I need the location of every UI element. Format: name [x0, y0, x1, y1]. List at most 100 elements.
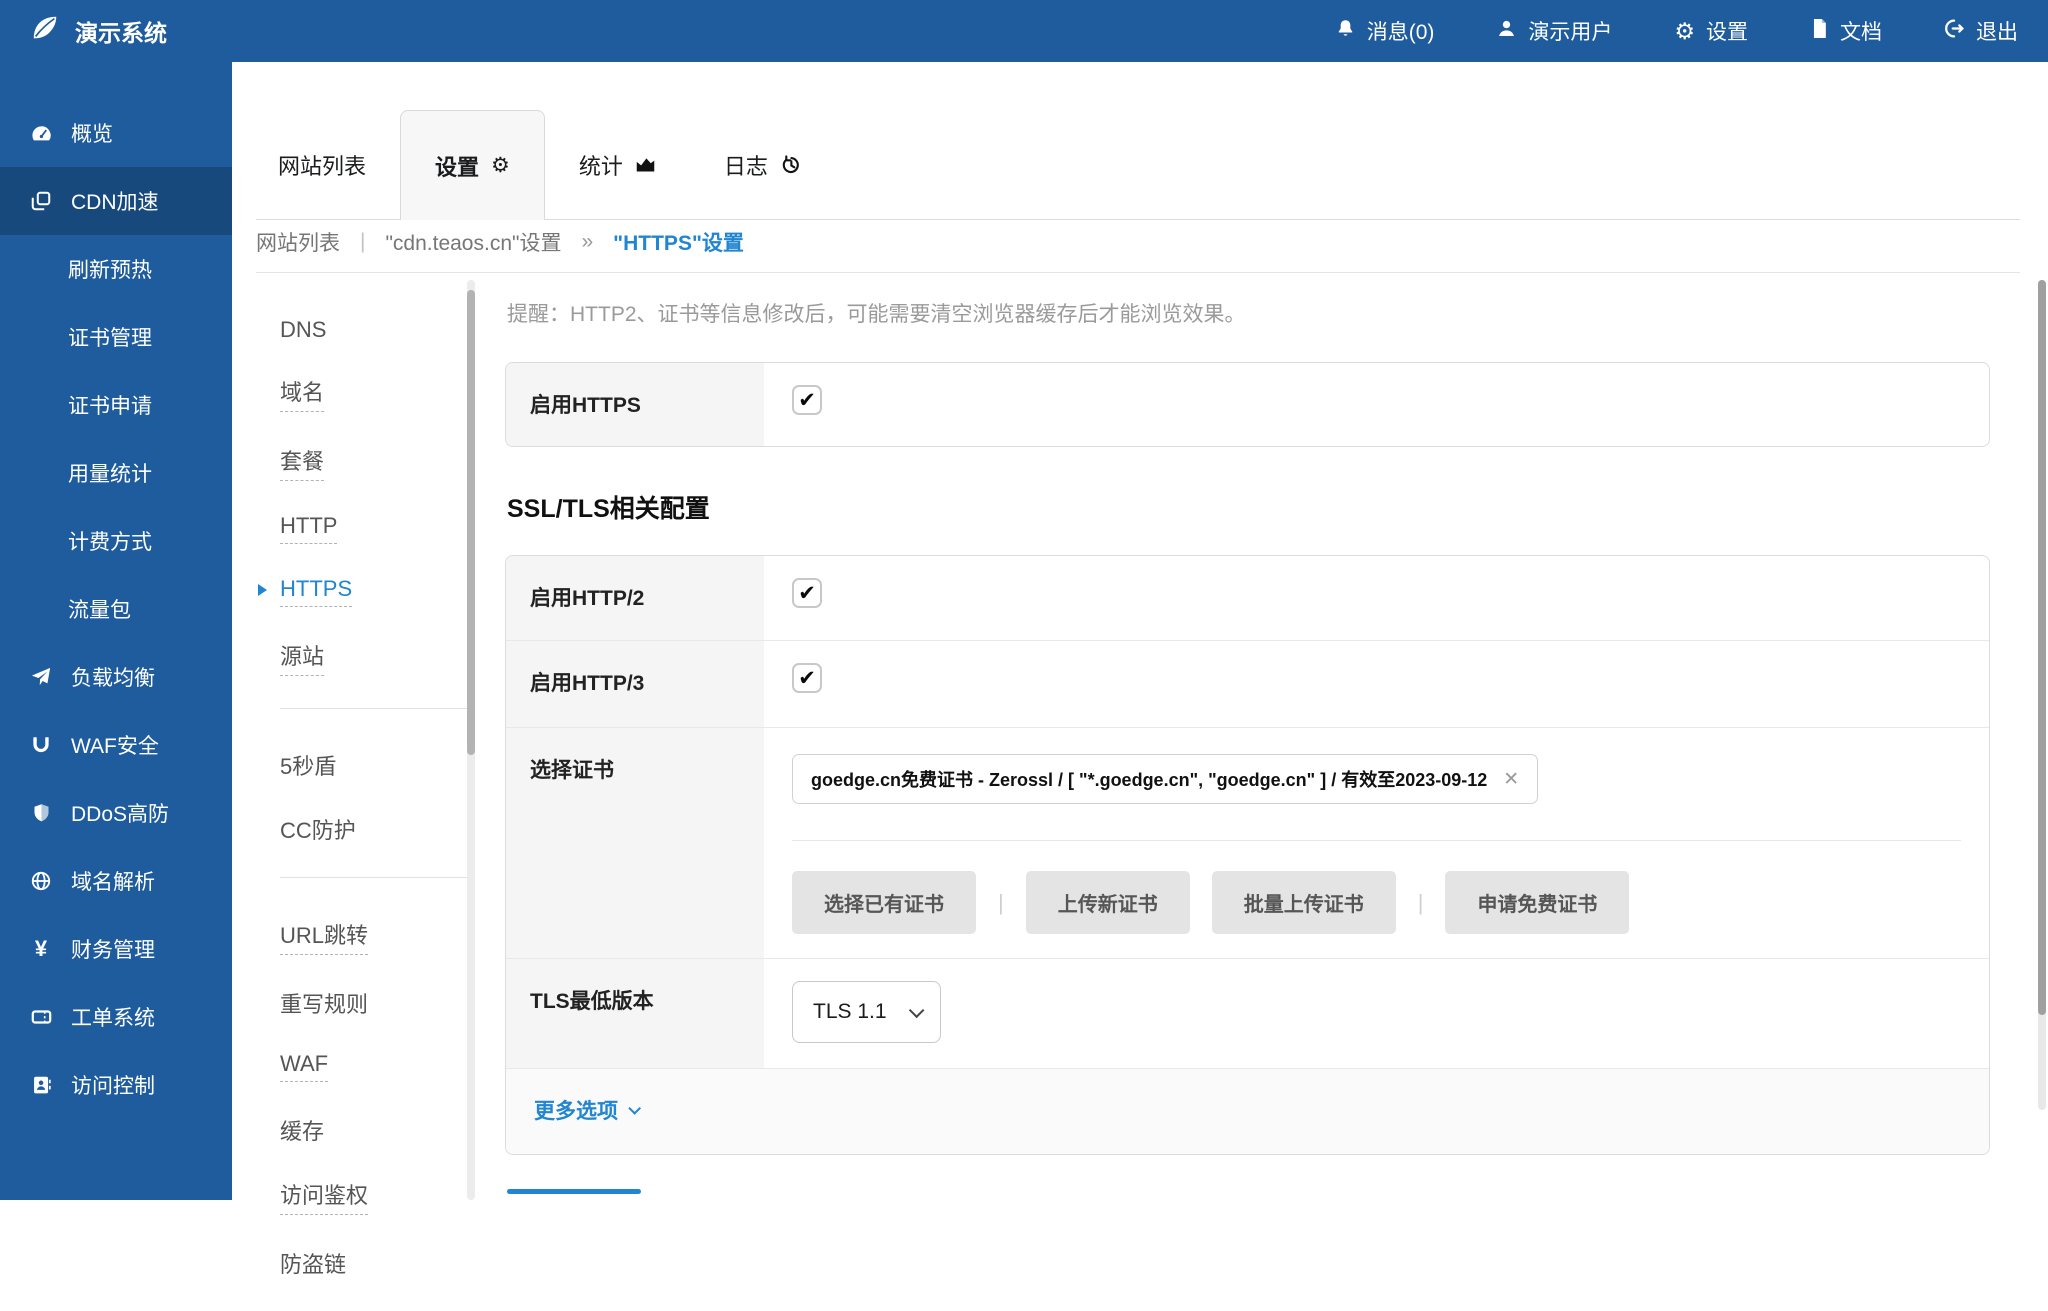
table-row: 更多选项 — [506, 1068, 1989, 1154]
messages-menu-item[interactable]: 消息(0) — [1335, 16, 1435, 46]
cert-cell-divider — [792, 840, 1961, 841]
history-icon — [780, 154, 801, 175]
sidebar-item-cdn[interactable]: CDN加速 — [0, 167, 232, 235]
submenu-item-waf[interactable]: WAF — [280, 1051, 328, 1082]
app-title: 演示系统 — [75, 14, 167, 48]
https-enable-label: 启用HTTPS — [506, 363, 764, 446]
notice-text: 提醒：HTTP2、证书等信息修改后，可能需要清空浏览器缓存后才能浏览效果。 — [507, 300, 1990, 330]
magnet-icon — [28, 734, 54, 756]
settings-label: 设置 — [1706, 16, 1748, 46]
breadcrumb-site-list[interactable]: 网站列表 — [256, 227, 340, 257]
submenu-item-plan[interactable]: 套餐 — [280, 444, 324, 481]
table-row: 启用HTTPS ✔ — [506, 363, 1989, 446]
submenu-item-dns[interactable]: DNS — [280, 317, 326, 343]
breadcrumb-https-settings[interactable]: "HTTPS"设置 — [613, 227, 744, 257]
sidebar-item-waf[interactable]: WAF安全 — [0, 711, 232, 779]
submenu-item-hotlink-protect[interactable]: 防盗链 — [280, 1247, 346, 1279]
tab-logs[interactable]: 日志 — [690, 110, 835, 219]
https-enable-checkbox[interactable]: ✔ — [792, 385, 822, 415]
page-scrollbar-track[interactable] — [2038, 280, 2046, 1110]
page-scrollbar-thumb[interactable] — [2038, 280, 2046, 1015]
submenu-item-5s-shield[interactable]: 5秒盾 — [280, 749, 336, 781]
logout-label: 退出 — [1976, 16, 2018, 46]
messages-label: 消息(0) — [1367, 16, 1435, 46]
submenu-scrollbar-track[interactable] — [467, 280, 475, 1200]
sidebar-item-billing-method[interactable]: 计费方式 — [0, 507, 232, 575]
sidebar-item-dns-resolve[interactable]: 域名解析 — [0, 847, 232, 915]
cert-buttons-row: 选择已有证书 | 上传新证书 批量上传证书 | 申请免费证书 — [792, 871, 1961, 934]
top-bar: 演示系统 消息(0) 演示用户 ⚙ 设置 文档 — [0, 0, 2048, 62]
submenu-item-url-redirect[interactable]: URL跳转 — [280, 918, 368, 955]
breadcrumb-separator: | — [360, 230, 365, 254]
submenu-item-domains[interactable]: 域名 — [280, 375, 324, 412]
user-label: 演示用户 — [1528, 16, 1612, 46]
chart-icon — [635, 154, 656, 175]
https-settings-panel: 提醒：HTTP2、证书等信息修改后，可能需要清空浏览器缓存后才能浏览效果。 启用… — [505, 300, 1990, 1194]
submenu-item-rewrite-rules[interactable]: 重写规则 — [280, 987, 368, 1019]
sidebar-item-ddos[interactable]: DDoS高防 — [0, 779, 232, 847]
cdn-clone-icon — [28, 190, 54, 212]
paper-plane-icon — [28, 666, 54, 688]
document-icon — [1810, 18, 1829, 45]
globe-icon — [28, 870, 54, 892]
docs-menu-item[interactable]: 文档 — [1810, 16, 1882, 46]
sidebar-item-overview[interactable]: 概览 — [0, 99, 232, 167]
sidebar-item-refresh-preheat[interactable]: 刷新预热 — [0, 235, 232, 303]
submenu-item-https[interactable]: HTTPS — [280, 576, 352, 607]
user-menu-item[interactable]: 演示用户 — [1496, 16, 1612, 46]
tls-version-value: TLS 1.1 — [813, 1000, 887, 1024]
more-options-link[interactable]: 更多选项 — [534, 1095, 637, 1125]
submenu-item-cache[interactable]: 缓存 — [280, 1114, 324, 1146]
select-existing-cert-button[interactable]: 选择已有证书 — [792, 871, 976, 934]
tab-site-list[interactable]: 网站列表 — [256, 110, 400, 219]
user-icon — [1496, 18, 1517, 45]
top-nav: 消息(0) 演示用户 ⚙ 设置 文档 退出 — [1335, 16, 2018, 46]
table-row: 选择证书 goedge.cn免费证书 - Zerossl / [ "*.goed… — [506, 727, 1989, 958]
breadcrumb-site-settings[interactable]: "cdn.teaos.cn"设置 — [385, 227, 561, 257]
address-card-icon — [28, 1074, 54, 1096]
bell-icon — [1335, 18, 1356, 45]
sidebar-item-tickets[interactable]: 工单系统 — [0, 983, 232, 1051]
button-separator: | — [998, 890, 1004, 916]
sidebar: 概览 CDN加速 刷新预热 证书管理 证书申请 用量统计 计费方式 流量包 负载… — [0, 62, 232, 1200]
chevron-down-icon — [628, 1102, 641, 1115]
submenu-divider — [280, 877, 472, 878]
submenu-item-http[interactable]: HTTP — [280, 513, 337, 544]
ssl-section-title: SSL/TLS相关配置 — [507, 489, 1990, 525]
certificate-chip: goedge.cn免费证书 - Zerossl / [ "*.goedge.cn… — [792, 754, 1538, 804]
apply-free-cert-button[interactable]: 申请免费证书 — [1445, 871, 1629, 934]
sidebar-item-finance[interactable]: ¥ 财务管理 — [0, 915, 232, 983]
sidebar-item-cert-apply[interactable]: 证书申请 — [0, 371, 232, 439]
submenu-item-origin[interactable]: 源站 — [280, 639, 324, 676]
save-button-partial[interactable] — [507, 1189, 641, 1194]
submenu-scrollbar-thumb[interactable] — [467, 290, 475, 755]
table-row: 启用HTTP/3 ✔ — [506, 640, 1989, 727]
sidebar-item-usage-stats[interactable]: 用量统计 — [0, 439, 232, 507]
http3-enable-label: 启用HTTP/3 — [506, 641, 764, 727]
submenu-item-auth[interactable]: 访问鉴权 — [280, 1178, 368, 1215]
breadcrumb-arrow: » — [581, 230, 593, 254]
close-icon[interactable]: ✕ — [1503, 768, 1519, 791]
batch-upload-cert-button[interactable]: 批量上传证书 — [1212, 871, 1396, 934]
settings-menu-item[interactable]: ⚙ 设置 — [1674, 16, 1748, 46]
submenu-item-cc-protect[interactable]: CC防护 — [280, 813, 356, 845]
tab-settings[interactable]: 设置 ⚙ — [400, 110, 545, 220]
logout-menu-item[interactable]: 退出 — [1944, 16, 2018, 46]
leaf-logo-icon — [30, 13, 60, 49]
tls-version-select[interactable]: TLS 1.1 — [792, 981, 941, 1043]
https-enable-table: 启用HTTPS ✔ — [505, 362, 1990, 447]
tab-stats[interactable]: 统计 — [545, 110, 690, 219]
sidebar-item-cert-manage[interactable]: 证书管理 — [0, 303, 232, 371]
tab-bar: 网站列表 设置 ⚙ 统计 日志 — [256, 110, 2020, 220]
gear-icon: ⚙ — [1674, 20, 1695, 43]
http3-enable-checkbox[interactable]: ✔ — [792, 663, 822, 693]
sidebar-item-access-control[interactable]: 访问控制 — [0, 1051, 232, 1119]
http2-enable-checkbox[interactable]: ✔ — [792, 578, 822, 608]
content-area: 网站列表 设置 ⚙ 统计 日志 网站列表 | "cdn.teaos.cn"设置 … — [232, 62, 2048, 1200]
upload-new-cert-button[interactable]: 上传新证书 — [1026, 871, 1190, 934]
sidebar-item-load-balancer[interactable]: 负载均衡 — [0, 643, 232, 711]
chevron-down-icon — [908, 1002, 924, 1018]
yen-icon: ¥ — [28, 936, 54, 962]
sidebar-item-traffic-package[interactable]: 流量包 — [0, 575, 232, 643]
tls-min-version-label: TLS最低版本 — [506, 959, 764, 1068]
